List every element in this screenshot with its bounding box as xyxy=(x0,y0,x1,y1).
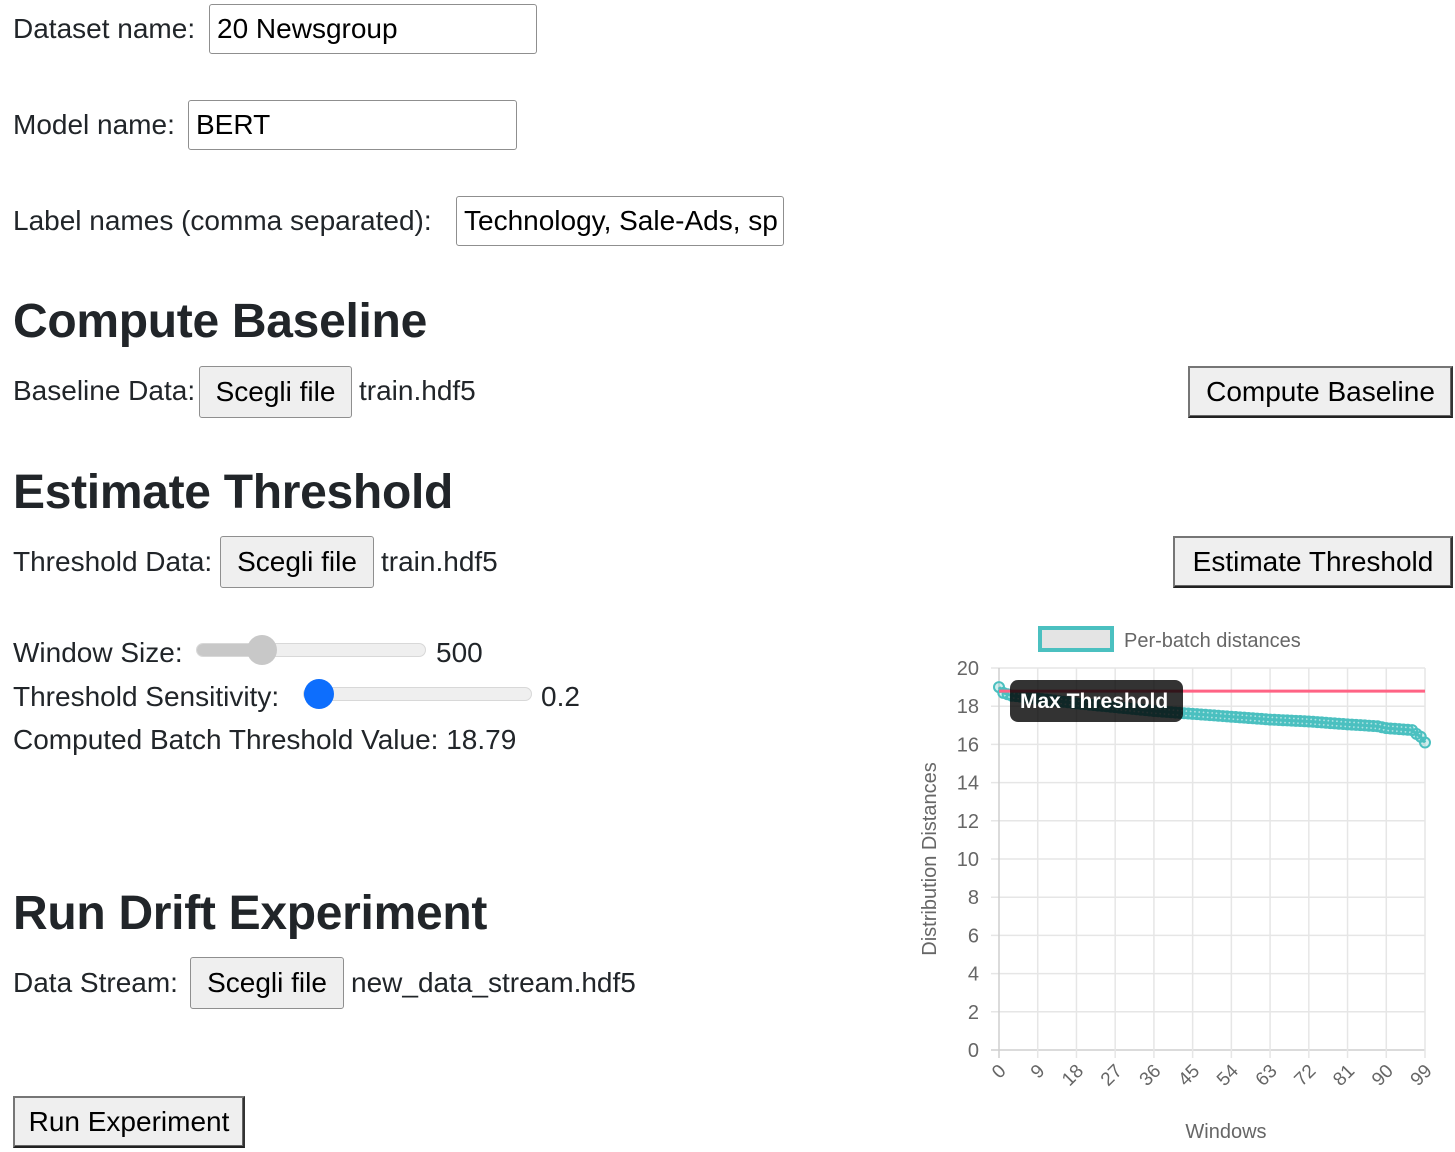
y-tick-label: 8 xyxy=(968,887,979,909)
dataset-name-label: Dataset name: xyxy=(13,13,196,44)
compute-baseline-button[interactable]: Compute Baseline xyxy=(1188,366,1453,418)
x-tick-label: 63 xyxy=(1252,1061,1282,1091)
x-tick-label: 18 xyxy=(1058,1061,1088,1091)
sensitivity-slider-thumb[interactable] xyxy=(304,679,334,709)
legend-swatch[interactable] xyxy=(1038,626,1114,652)
threshold-file-name: train.hdf5 xyxy=(381,546,498,577)
run-drift-heading: Run Drift Experiment xyxy=(13,887,488,940)
window-size-label: Window Size: xyxy=(13,637,183,668)
threshold-file-button[interactable]: Scegli file xyxy=(220,536,374,588)
data-point xyxy=(1419,736,1431,749)
y-tick-label: 4 xyxy=(968,964,979,986)
data-stream-label: Data Stream: xyxy=(13,967,178,998)
chart-tooltip: Max Threshold xyxy=(1010,680,1183,722)
x-tick-label: 27 xyxy=(1097,1061,1127,1091)
computed-threshold-text: Computed Batch Threshold Value: 18.79 xyxy=(13,724,517,755)
y-tick-label: 6 xyxy=(968,925,979,947)
x-tick-label: 54 xyxy=(1213,1060,1243,1090)
legend-label[interactable]: Per-batch distances xyxy=(1124,630,1301,652)
compute-baseline-heading: Compute Baseline xyxy=(13,295,427,348)
window-size-slider-thumb[interactable] xyxy=(246,635,277,665)
y-tick-label: 2 xyxy=(968,1002,979,1024)
x-tick-label: 81 xyxy=(1329,1061,1359,1091)
baseline-file-button[interactable]: Scegli file xyxy=(199,366,352,418)
y-tick-label: 16 xyxy=(957,734,979,756)
sensitivity-label: Threshold Sensitivity: xyxy=(13,681,280,712)
model-name-label: Model name: xyxy=(13,109,175,140)
threshold-data-label: Threshold Data: xyxy=(13,546,213,577)
label-names-label: Label names (comma separated): xyxy=(13,205,432,236)
x-axis-label: Windows xyxy=(1185,1121,1266,1143)
y-tick-label: 0 xyxy=(968,1040,979,1062)
y-tick-label: 18 xyxy=(957,696,979,718)
x-tick-label: 45 xyxy=(1174,1061,1204,1091)
data-stream-file-name: new_data_stream.hdf5 xyxy=(351,967,636,998)
run-experiment-button[interactable]: Run Experiment xyxy=(13,1096,245,1148)
window-size-value: 500 xyxy=(436,637,483,668)
window-size-slider[interactable] xyxy=(196,635,426,665)
label-names-input[interactable]: Technology, Sale-Ads, sp xyxy=(456,196,784,246)
y-tick-label: 12 xyxy=(957,811,979,833)
y-axis-ticks: 0 2 4 6 8 10 12 14 16 18 20 xyxy=(957,658,979,1062)
dataset-name-input[interactable]: 20 Newsgroup xyxy=(209,4,537,54)
distance-chart: 02468101214161820 0 9 18 27 36 45 54 63 72 81 90 99… xyxy=(919,626,1437,1143)
x-tick-label: 0 xyxy=(988,1061,1010,1083)
baseline-file-name: train.hdf5 xyxy=(359,375,476,406)
estimate-threshold-heading: Estimate Threshold xyxy=(13,466,454,519)
x-tick-label: 36 xyxy=(1136,1061,1166,1091)
model-name-input[interactable]: BERT xyxy=(188,100,517,150)
baseline-data-label: Baseline Data: xyxy=(13,375,196,406)
y-axis-label: Distribution Distances xyxy=(919,762,941,955)
y-tick-label: 20 xyxy=(957,658,979,680)
chart-legend: Per-batch distances xyxy=(1038,626,1301,652)
sensitivity-value: 0.2 xyxy=(541,681,580,712)
x-tick-label: 99 xyxy=(1407,1061,1437,1091)
x-tick-label: 72 xyxy=(1291,1061,1321,1091)
y-tick-label: 10 xyxy=(957,849,979,871)
x-axis-ticks: 0 9 18 27 36 45 54 63 72 81 90 99 xyxy=(988,1060,1436,1090)
data-stream-file-button[interactable]: Scegli file xyxy=(190,957,344,1009)
x-tick-label: 9 xyxy=(1027,1061,1049,1083)
x-tick-label: 90 xyxy=(1368,1061,1398,1091)
tooltip-text: Max Threshold xyxy=(1020,690,1168,713)
y-tick-label: 14 xyxy=(957,773,979,795)
estimate-threshold-button[interactable]: Estimate Threshold xyxy=(1173,536,1453,588)
sensitivity-slider[interactable] xyxy=(303,679,532,709)
